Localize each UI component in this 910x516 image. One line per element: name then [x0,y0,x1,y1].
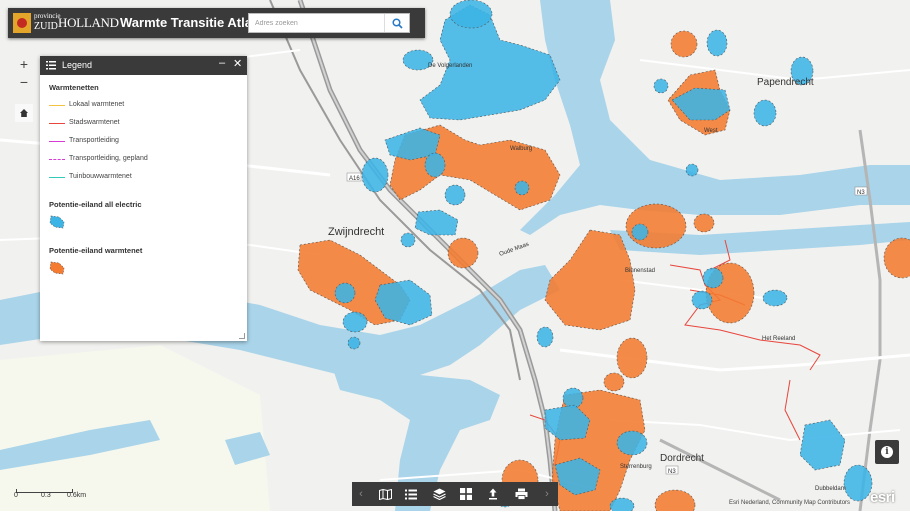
label-walburg: Walburg [510,146,532,152]
search-input[interactable] [249,14,397,32]
map-icon [378,488,392,500]
resize-handle[interactable] [239,333,245,339]
info-icon: i [881,446,893,458]
label-zwijndrecht: Zwijndrecht [328,226,384,238]
legend-item: Transportleiding [49,137,239,155]
logo-emblem [13,13,31,33]
grid-icon [460,488,472,500]
zoom-out-button[interactable]: − [15,73,33,91]
close-button[interactable]: ✕ [233,57,242,70]
home-button[interactable] [15,104,33,122]
map-button[interactable] [372,482,398,506]
scale-label: 0.6km [67,492,87,499]
label-n3-south: N3 [668,469,676,475]
legend-section-title: Warmtenetten [49,83,99,92]
logo-provincie: provincie [34,12,61,20]
widget-toolbar: ‹ › [352,482,558,506]
legend-item: Tuinbouwwarmtenet [49,173,239,191]
upload-icon [489,488,497,500]
share-button[interactable] [480,482,506,506]
legend-title: Legend [62,60,93,70]
legend-list-icon [46,61,56,70]
legend-item-label: Transportleiding [69,137,119,144]
print-icon [515,488,527,500]
legend-item-label: Lokaal warmtenet [69,101,125,108]
scale-label: 0 [14,492,18,499]
label-west: West [704,128,718,134]
line-swatch [49,177,65,178]
legend-header: Legend – ✕ [40,56,247,75]
scalebar: 0 0.3 0.6km [14,486,94,502]
label-de-volgerlanden: De Volgerlanden [428,63,472,69]
basemap-gallery-button[interactable] [453,482,479,506]
address-search [248,13,410,33]
legend-body: Warmtenetten Lokaal warmtenet Stadswarmt… [49,83,239,280]
label-het-reeland: Het Reeland [762,336,795,342]
logo-holland: HOLLAND [58,15,119,30]
legend-section-title: Potentie-eiland warmtenet [49,246,143,255]
line-swatch [49,141,65,142]
legend-item: Stadswarmtenet [49,119,239,137]
line-swatch [49,123,65,124]
label-dubbeldam: Dubbeldam [815,486,846,492]
harbour-east [700,190,760,205]
search-button[interactable] [384,14,409,32]
legend-button[interactable] [398,482,424,506]
label-dordrecht: Dordrecht [660,453,704,464]
line-swatch [49,159,65,160]
legend-item: Transportleiding, gepland [49,155,239,173]
zoom-control: + − [15,55,33,91]
label-binnenstad: Binnenstad [625,268,655,274]
legend-section-title: Potentie-eiland all electric [49,200,142,209]
legend-item-label: Stadswarmtenet [69,119,120,126]
toolbar-prev-button[interactable]: ‹ [354,482,368,506]
logo-zuid: ZUID [34,21,58,32]
polygon-swatch [49,261,65,275]
label-papendrecht: Papendrecht [757,77,814,88]
legend-list-icon [405,489,417,499]
legend-panel: Legend – ✕ Warmtenetten Lokaal warmtenet… [40,56,247,341]
label-n3-north: N3 [857,190,865,196]
zoom-in-button[interactable]: + [15,55,33,73]
province-logo[interactable]: provincie ZUID HOLLAND [13,12,123,34]
legend-patch-electric [49,215,239,234]
line-swatch [49,105,65,106]
esri-logo: esri [870,489,895,506]
minimize-button[interactable]: – [219,57,225,69]
app-header: provincie ZUID HOLLAND Warmte Transitie … [8,8,425,38]
label-sterrenburg: Sterrenburg [620,464,652,470]
polygon-swatch [49,215,65,229]
layers-button[interactable] [426,482,452,506]
layers-icon [432,488,446,500]
home-icon [20,109,28,117]
legend-item-label: Transportleiding, gepland [69,155,148,162]
scale-label: 0.3 [41,492,51,499]
search-icon [391,17,403,29]
legend-item-label: Tuinbouwwarmtenet [69,173,132,180]
legend-patch-warmtenet [49,261,239,280]
label-a16: A16 [349,176,360,182]
print-button[interactable] [508,482,534,506]
map-attribution: Esri Nederland, Community Map Contributo… [729,500,851,506]
toolbar-next-button[interactable]: › [540,482,554,506]
info-button[interactable]: i [875,440,899,464]
app-title: Warmte Transitie Atlas [120,15,260,30]
legend-item: Lokaal warmtenet [49,101,239,119]
